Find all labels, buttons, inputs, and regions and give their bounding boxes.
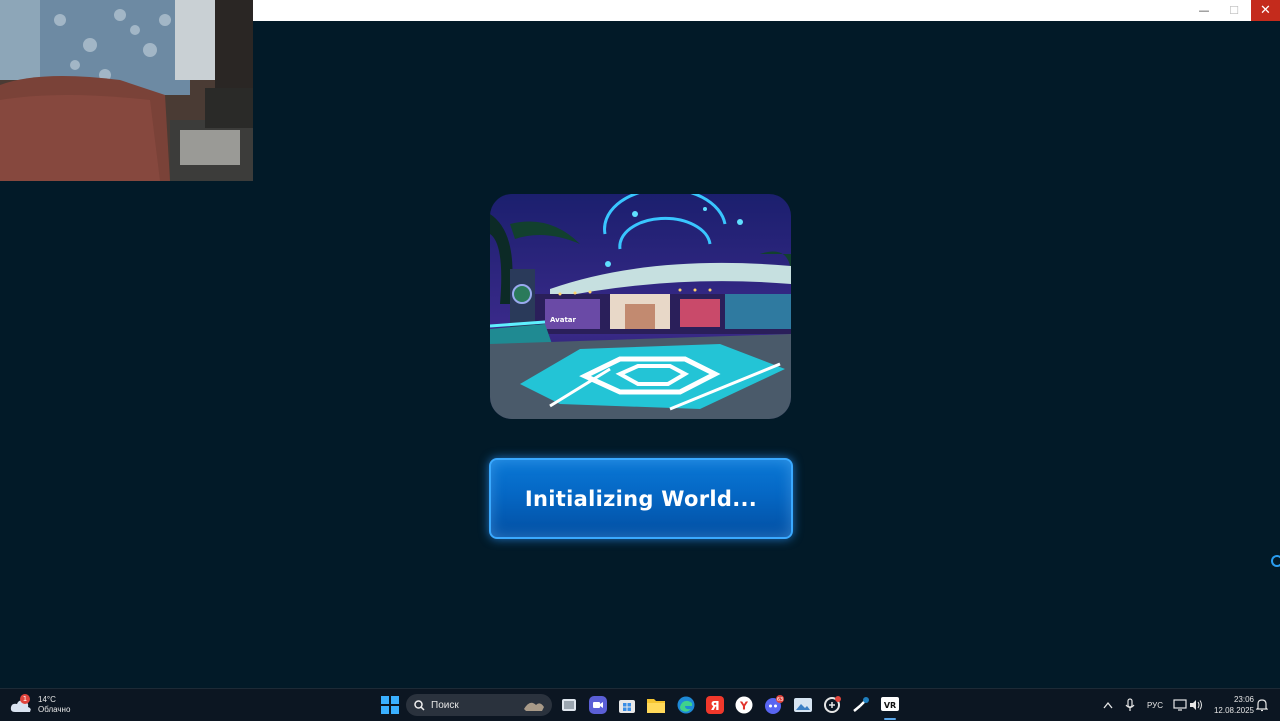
- loading-spinner-icon: [1271, 555, 1280, 567]
- weather-condition: Облачно: [38, 705, 71, 714]
- world-preview-image: Avatar: [490, 194, 791, 419]
- minimize-button[interactable]: —: [1189, 0, 1219, 21]
- weather-alert-badge: 1: [20, 694, 30, 704]
- clock-date: 12.08.2025: [1213, 706, 1254, 715]
- svg-text:63: 63: [777, 697, 783, 703]
- clock-time: 23:06: [1233, 695, 1254, 704]
- svg-text:VR: VR: [884, 701, 896, 710]
- edge-icon[interactable]: [676, 695, 696, 715]
- search-placeholder: Поиск: [431, 699, 459, 711]
- microphone-icon[interactable]: [1120, 695, 1140, 715]
- volume-icon[interactable]: [1186, 695, 1206, 715]
- language-indicator[interactable]: РУС: [1147, 701, 1163, 710]
- taskbar-search[interactable]: Поиск: [406, 694, 552, 716]
- windows-taskbar: 1 14°C Облачно Поиск Я Y 63 VR РУС 23:06…: [0, 688, 1280, 721]
- webcam-feed-image: [0, 0, 253, 181]
- close-button[interactable]: ✕: [1251, 0, 1280, 21]
- svg-text:Я: Я: [710, 699, 719, 713]
- yandex-icon[interactable]: Я: [705, 695, 725, 715]
- zoom-icon[interactable]: [588, 695, 608, 715]
- webcam-overlay: [0, 0, 253, 181]
- svg-text:Y: Y: [739, 700, 749, 713]
- notifications-icon[interactable]: [1252, 695, 1272, 715]
- start-icon[interactable]: [380, 695, 400, 715]
- vrchat-icon[interactable]: VR: [880, 695, 900, 715]
- search-icon: [414, 699, 425, 711]
- discord-icon[interactable]: 63: [764, 695, 784, 715]
- maximize-button[interactable]: ☐: [1219, 0, 1249, 21]
- weather-widget[interactable]: 1 14°C Облачно: [10, 692, 70, 718]
- cloud-icon: 1: [10, 694, 32, 713]
- game-app-icon[interactable]: [822, 695, 842, 715]
- window-title-bar: — ☐ ✕: [253, 0, 1280, 21]
- search-highlight-icon: [524, 702, 544, 711]
- yandex-browser-icon[interactable]: Y: [734, 695, 754, 715]
- photos-icon[interactable]: [793, 695, 813, 715]
- weather-temperature: 14°C: [38, 695, 56, 704]
- initializing-world-status: Initializing World...: [489, 458, 793, 539]
- microsoft-store-icon[interactable]: [617, 695, 637, 715]
- task-view-icon[interactable]: [559, 695, 579, 715]
- chevron-up-icon[interactable]: [1098, 695, 1118, 715]
- system-clock[interactable]: 23:06 12.08.2025: [1206, 694, 1254, 716]
- steam-icon[interactable]: [851, 695, 871, 715]
- svg-text:Avatar: Avatar: [550, 316, 577, 324]
- file-explorer-icon[interactable]: [646, 695, 666, 715]
